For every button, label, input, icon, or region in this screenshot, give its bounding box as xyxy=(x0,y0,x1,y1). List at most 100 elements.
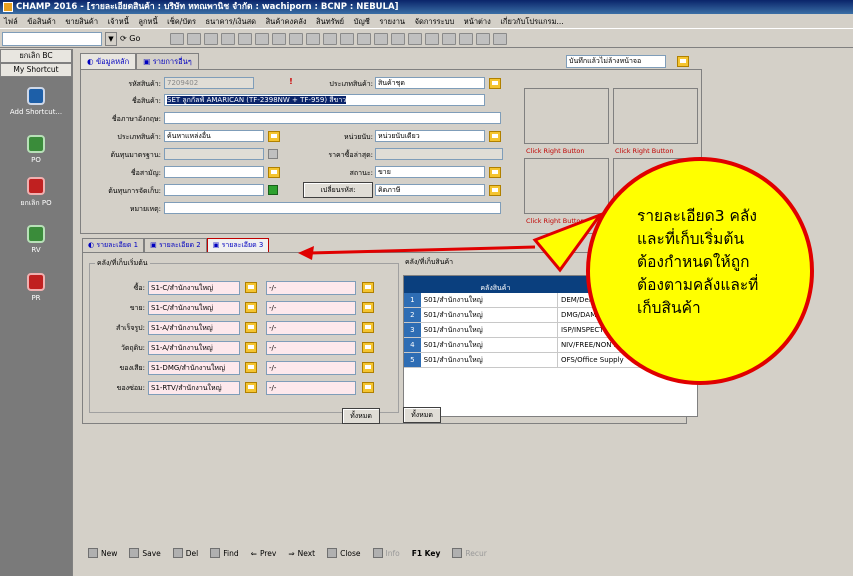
start-all-button[interactable]: ทั้งหมด xyxy=(342,408,380,424)
brand-field[interactable] xyxy=(164,166,264,178)
status-field[interactable]: ขาย xyxy=(375,166,485,178)
filter-icon[interactable] xyxy=(357,33,371,45)
loc-finished-field[interactable]: -/- xyxy=(266,321,356,335)
calculator-icon[interactable] xyxy=(268,149,278,159)
loc-repair-field[interactable]: -/- xyxy=(266,381,356,395)
folder-icon[interactable] xyxy=(677,56,689,67)
folder-icon[interactable] xyxy=(362,342,374,353)
attach-icon[interactable] xyxy=(340,33,354,45)
f1-key-button[interactable]: F1 Key xyxy=(412,549,441,558)
prev-button[interactable]: ⇐ Prev xyxy=(251,549,277,558)
save-button[interactable]: Save xyxy=(129,548,161,558)
tab-main-info[interactable]: ◐ ข้อมูลหลัก xyxy=(80,53,137,69)
tab-other-items[interactable]: ▣ รายการอื่นๆ xyxy=(136,53,199,69)
folder-icon[interactable] xyxy=(245,302,257,313)
grid-icon[interactable] xyxy=(391,33,405,45)
print-icon[interactable] xyxy=(306,33,320,45)
folder-icon[interactable] xyxy=(268,167,280,178)
green-list-icon[interactable] xyxy=(268,185,278,195)
wh-damaged-field[interactable]: S1-DMG/สำนักงานใหญ่ xyxy=(148,361,240,375)
loc-raw-field[interactable]: -/- xyxy=(266,341,356,355)
chevron-down-icon[interactable]: ▼ xyxy=(105,32,117,46)
folder-icon[interactable] xyxy=(245,362,257,373)
folder-icon[interactable] xyxy=(362,322,374,333)
menu-buy[interactable]: ข้อสินค้า xyxy=(27,17,56,26)
unit-field[interactable]: หน่วยนับเดียว xyxy=(375,130,485,142)
loc-sell-field[interactable]: -/- xyxy=(266,301,356,315)
find-button[interactable]: Find xyxy=(210,548,239,558)
close-button[interactable]: Close xyxy=(327,548,361,558)
find-icon[interactable] xyxy=(221,33,235,45)
prev-icon[interactable] xyxy=(238,33,252,45)
folder-icon[interactable] xyxy=(268,131,280,142)
sidebar-item-cancel-po[interactable]: ยกเลิก PO xyxy=(0,177,72,209)
standard-cost-field[interactable] xyxy=(164,148,264,160)
delete-icon[interactable] xyxy=(204,33,218,45)
info-button[interactable]: Info xyxy=(372,548,400,558)
folder-icon[interactable] xyxy=(362,282,374,293)
tab-detail-3[interactable]: ▣ รายละเอียด 3 xyxy=(206,238,270,253)
menu-file[interactable]: ไฟล์ xyxy=(4,17,18,26)
menu-system[interactable]: จัดการระบบ xyxy=(415,17,455,26)
sidebar-tab-my-shortcut[interactable]: My Shortcut xyxy=(0,63,72,77)
next-button[interactable]: ⇒ Next xyxy=(288,549,315,558)
folder-icon[interactable] xyxy=(489,185,501,196)
save-icon[interactable] xyxy=(187,33,201,45)
product-name-field[interactable]: SET ลูกกัลฟ์ AMARICAN (TF-2398NW + TF-95… xyxy=(164,94,485,106)
go-button[interactable]: ⟳ Go xyxy=(120,32,140,46)
product-code-field[interactable]: 7209402 xyxy=(164,77,254,89)
note-field[interactable] xyxy=(164,202,501,214)
menu-accounting[interactable]: บัญชี xyxy=(354,17,370,26)
table-row[interactable]: 3 S01/สำนักงานใหญ่ ISP/INSPECTIO xyxy=(404,323,697,338)
lock-icon[interactable] xyxy=(425,33,439,45)
save-mode-select[interactable]: บันทึกแล้วไม่ล้างหน้าจอ xyxy=(566,55,666,68)
loc-damaged-field[interactable]: -/- xyxy=(266,361,356,375)
folder-icon[interactable] xyxy=(362,362,374,373)
wh-raw-field[interactable]: S1-A/สำนักงานใหญ่ xyxy=(148,341,240,355)
folder-icon[interactable] xyxy=(245,382,257,393)
change-code-button[interactable]: เปลี่ยนรหัส: xyxy=(303,182,373,198)
menu-about[interactable]: เกี่ยวกับโปรแกรม... xyxy=(500,17,563,26)
wh-sell-field[interactable]: S1-C/สำนักงานใหญ่ xyxy=(148,301,240,315)
calc-icon[interactable] xyxy=(408,33,422,45)
folder-icon[interactable] xyxy=(245,322,257,333)
menu-debtor[interactable]: ลูกหนี้ xyxy=(138,17,157,26)
first-icon[interactable] xyxy=(272,33,286,45)
english-name-field[interactable] xyxy=(164,112,501,124)
folder-icon[interactable] xyxy=(245,342,257,353)
last-price-field[interactable] xyxy=(375,148,503,160)
next-icon[interactable] xyxy=(255,33,269,45)
recur-button[interactable]: Recur xyxy=(452,548,487,558)
folder-icon[interactable] xyxy=(489,167,501,178)
folder-icon[interactable] xyxy=(489,78,501,89)
last-icon[interactable] xyxy=(289,33,303,45)
menu-window[interactable]: หน้าต่าง xyxy=(464,17,491,26)
loc-buy-field[interactable]: -/- xyxy=(266,281,356,295)
delete-button[interactable]: Del xyxy=(172,548,198,558)
menu-inventory[interactable]: สินค้าคงคลัง xyxy=(266,17,307,26)
wh-finished-field[interactable]: S1-A/สำนักงานใหญ่ xyxy=(148,321,240,335)
folder-icon[interactable] xyxy=(362,302,374,313)
category-field[interactable]: ค้นหาแหล่งอื่น xyxy=(164,130,264,142)
menu-assets[interactable]: สินทรัพย์ xyxy=(316,17,344,26)
tab-detail-2[interactable]: ▣ รายละเอียด 2 xyxy=(144,238,207,253)
new-button[interactable]: New xyxy=(88,548,117,558)
folder-icon[interactable] xyxy=(362,382,374,393)
menu-report[interactable]: รายงาน xyxy=(379,17,405,26)
help-icon[interactable] xyxy=(493,33,507,45)
folder-icon[interactable] xyxy=(245,282,257,293)
menu-cheque[interactable]: เช็ค/บัตร xyxy=(167,17,196,26)
product-all-button[interactable]: ทั้งหมด xyxy=(403,407,441,423)
tax-field[interactable]: คิดภาษี xyxy=(375,184,485,196)
sidebar-item-add-shortcut[interactable]: Add Shortcut... xyxy=(0,87,72,116)
menu-sell[interactable]: ขายสินค้า xyxy=(65,17,98,26)
info-icon[interactable] xyxy=(374,33,388,45)
user-icon[interactable] xyxy=(442,33,456,45)
new-icon[interactable] xyxy=(170,33,184,45)
sidebar-item-rv[interactable]: RV xyxy=(0,225,72,254)
image-box-3[interactable] xyxy=(524,158,609,214)
mail-icon[interactable] xyxy=(459,33,473,45)
folder-icon[interactable] xyxy=(489,131,501,142)
table-row[interactable]: 5 S01/สำนักงานใหญ่ OFS/Office Supply xyxy=(404,353,697,368)
table-row[interactable]: 4 S01/สำนักงานใหญ่ NIV/FREE/NON INV xyxy=(404,338,697,353)
